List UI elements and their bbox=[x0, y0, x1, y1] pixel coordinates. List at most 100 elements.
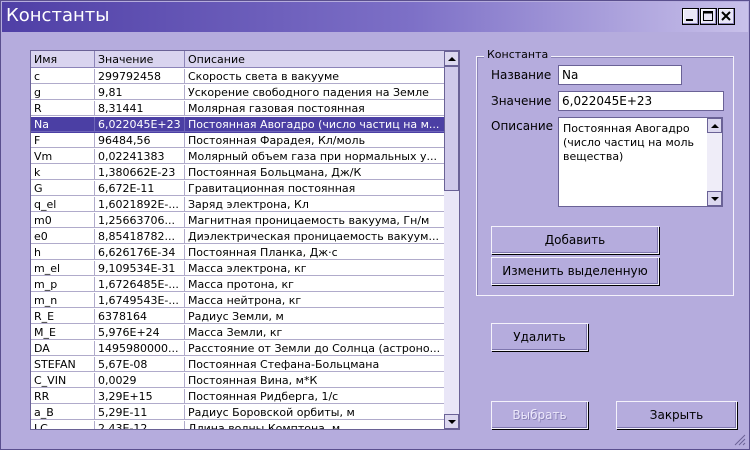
scroll-thumb[interactable] bbox=[444, 66, 459, 191]
column-header-name[interactable]: Имя bbox=[31, 51, 95, 68]
row-value-cell: 0,02241383 bbox=[95, 149, 185, 164]
row-description-cell: Постоянная Авогадро (число частиц на м..… bbox=[185, 117, 445, 132]
row-name-cell: c bbox=[31, 69, 95, 84]
row-name-cell: G bbox=[31, 181, 95, 196]
row-value-cell: 6,022045E+23 bbox=[95, 117, 185, 132]
resize-grip-icon[interactable] bbox=[734, 434, 746, 446]
row-value-cell: 6378164 bbox=[95, 309, 185, 324]
window-title: Константы bbox=[6, 5, 110, 26]
row-value-cell: 0,0029 bbox=[95, 373, 185, 388]
column-header-description[interactable]: Описание bbox=[185, 51, 445, 68]
table-row[interactable]: m_el 9,109534E-31 Масса электрона, кг bbox=[31, 261, 445, 277]
select-button[interactable]: Выбрать bbox=[491, 401, 588, 429]
row-name-cell: a_B bbox=[31, 405, 95, 420]
description-scroll-up-button[interactable] bbox=[707, 118, 722, 133]
row-description-cell: Постоянная Больцмана, Дж/К bbox=[185, 165, 445, 180]
table-row[interactable]: DA 1495980000... Расстояние от Земли до Со… bbox=[31, 341, 445, 357]
table-row[interactable]: e0 8,85418782... Диэлектрическая проницаем… bbox=[31, 229, 445, 245]
row-value-cell: 2,43E-12 bbox=[95, 421, 185, 429]
close-window-button[interactable] bbox=[718, 8, 735, 25]
row-description-cell: Гравитационная постоянная bbox=[185, 181, 445, 196]
row-value-cell: 9,81 bbox=[95, 85, 185, 100]
table-row[interactable]: q_el 1,6021892E-... Заряд электрона, Кл bbox=[31, 197, 445, 213]
row-value-cell: 5,67E-08 bbox=[95, 357, 185, 372]
table-row[interactable]: R 8,31441 Молярная газовая постоянная bbox=[31, 101, 445, 117]
minimize-icon bbox=[686, 19, 693, 21]
row-name-cell: STEFAN bbox=[31, 357, 95, 372]
list-header: Имя Значение Описание bbox=[31, 51, 445, 69]
table-row[interactable]: m_p 1,6726485E-... Масса протона, кг bbox=[31, 277, 445, 293]
table-row[interactable]: g 9,81 Ускорение свободного падения на Зем… bbox=[31, 85, 445, 101]
row-name-cell: RR bbox=[31, 389, 95, 404]
column-header-value[interactable]: Значение bbox=[95, 51, 185, 68]
row-value-cell: 5,976E+24 bbox=[95, 325, 185, 340]
table-row[interactable]: C_VIN 0,0029 Постоянная Вина, м*К bbox=[31, 373, 445, 389]
row-value-cell: 1,380662E-23 bbox=[95, 165, 185, 180]
row-description-cell: Радиус Земли, м bbox=[185, 309, 445, 324]
table-row[interactable]: G 6,672E-11 Гравитационная постоянная bbox=[31, 181, 445, 197]
table-row[interactable]: h 6,626176E-34 Постоянная Планка, Дж·с bbox=[31, 245, 445, 261]
row-description-cell: Скорость света в вакууме bbox=[185, 69, 445, 84]
table-row[interactable]: LC 2,43E-12 Длина волны Комптона, м bbox=[31, 421, 445, 429]
table-row[interactable]: RR 3,29E+15 Постоянная Ридберга, 1/с bbox=[31, 389, 445, 405]
table-row[interactable]: a_B 5,29E-11 Радиус Боровской орбиты, м bbox=[31, 405, 445, 421]
row-name-cell: m_n bbox=[31, 293, 95, 308]
value-field[interactable]: 6,022045E+23 bbox=[558, 91, 724, 111]
row-name-cell: Vm bbox=[31, 149, 95, 164]
description-scrollbar[interactable] bbox=[707, 118, 722, 206]
row-description-cell: Постоянная Стефана-Больцмана bbox=[185, 357, 445, 372]
table-row[interactable]: R_E 6378164 Радиус Земли, м bbox=[31, 309, 445, 325]
table-row[interactable]: m_n 1,6749543E-... Масса нейтрона, кг bbox=[31, 293, 445, 309]
row-name-cell: q_el bbox=[31, 197, 95, 212]
constants-window: Константы Имя Значение Описание c 2997924… bbox=[0, 0, 750, 450]
row-description-cell: Диэлектрическая проницаемость вакуум... bbox=[185, 229, 445, 244]
row-name-cell: M_E bbox=[31, 325, 95, 340]
table-row[interactable]: M_E 5,976E+24 Масса Земли, кг bbox=[31, 325, 445, 341]
table-row[interactable]: k 1,380662E-23 Постоянная Больцмана, Дж/К bbox=[31, 165, 445, 181]
maximize-button[interactable] bbox=[700, 8, 717, 25]
row-name-cell: m0 bbox=[31, 213, 95, 228]
row-value-cell: 1,6726485E-... bbox=[95, 277, 185, 292]
row-value-cell: 3,29E+15 bbox=[95, 389, 185, 404]
row-value-cell: 1,25663706... bbox=[95, 213, 185, 228]
description-scroll-down-button[interactable] bbox=[707, 191, 722, 206]
table-row[interactable]: STEFAN 5,67E-08 Постоянная Стефана-Больцма… bbox=[31, 357, 445, 373]
delete-button[interactable]: Удалить bbox=[491, 323, 588, 351]
arrow-down-icon bbox=[448, 420, 456, 424]
arrow-up-icon bbox=[448, 57, 456, 61]
row-description-cell: Ускорение свободного падения на Земле bbox=[185, 85, 445, 100]
row-value-cell: 1495980000... bbox=[95, 341, 185, 356]
arrow-down-icon bbox=[711, 197, 719, 201]
list-scrollbar[interactable] bbox=[444, 51, 459, 429]
table-row[interactable]: Na 6,022045E+23 Постоянная Авогадро (число… bbox=[31, 117, 445, 133]
table-row[interactable]: Vm 0,02241383 Молярный объем газа при норм… bbox=[31, 149, 445, 165]
row-name-cell: LC bbox=[31, 421, 95, 429]
row-name-cell: R bbox=[31, 101, 95, 116]
edit-selected-button[interactable]: Изменить выделенную bbox=[491, 257, 659, 285]
row-value-cell: 96484,56 bbox=[95, 133, 185, 148]
scroll-down-button[interactable] bbox=[444, 414, 459, 429]
row-description-cell: Масса нейтрона, кг bbox=[185, 293, 445, 308]
title-bar[interactable]: Константы bbox=[2, 2, 748, 32]
row-description-cell: Заряд электрона, Кл bbox=[185, 197, 445, 212]
row-value-cell: 9,109534E-31 bbox=[95, 261, 185, 276]
row-name-cell: DA bbox=[31, 341, 95, 356]
row-description-cell: Постоянная Фарадея, Кл/моль bbox=[185, 133, 445, 148]
table-row[interactable]: c 299792458 Скорость света в вакууме bbox=[31, 69, 445, 85]
name-field[interactable]: Na bbox=[558, 65, 682, 85]
close-button[interactable]: Закрыть bbox=[616, 401, 737, 429]
value-label: Значение bbox=[491, 94, 552, 108]
table-row[interactable]: F 96484,56 Постоянная Фарадея, Кл/моль bbox=[31, 133, 445, 149]
row-description-cell: Расстояние от Земли до Солнца (астроно..… bbox=[185, 341, 445, 356]
scroll-up-button[interactable] bbox=[444, 51, 459, 66]
add-button[interactable]: Добавить bbox=[491, 226, 659, 254]
row-description-cell: Длина волны Комптона, м bbox=[185, 421, 445, 429]
description-field[interactable]: Постоянная Авогадро (число частиц на мол… bbox=[558, 117, 723, 207]
maximize-icon bbox=[703, 11, 713, 21]
table-row[interactable]: m0 1,25663706... Магнитная проницаемость в… bbox=[31, 213, 445, 229]
row-description-cell: Молярный объем газа при нормальных у... bbox=[185, 149, 445, 164]
constants-list[interactable]: Имя Значение Описание c 299792458 Скорость… bbox=[30, 50, 460, 430]
row-name-cell: k bbox=[31, 165, 95, 180]
minimize-button[interactable] bbox=[682, 8, 699, 25]
row-name-cell: h bbox=[31, 245, 95, 260]
